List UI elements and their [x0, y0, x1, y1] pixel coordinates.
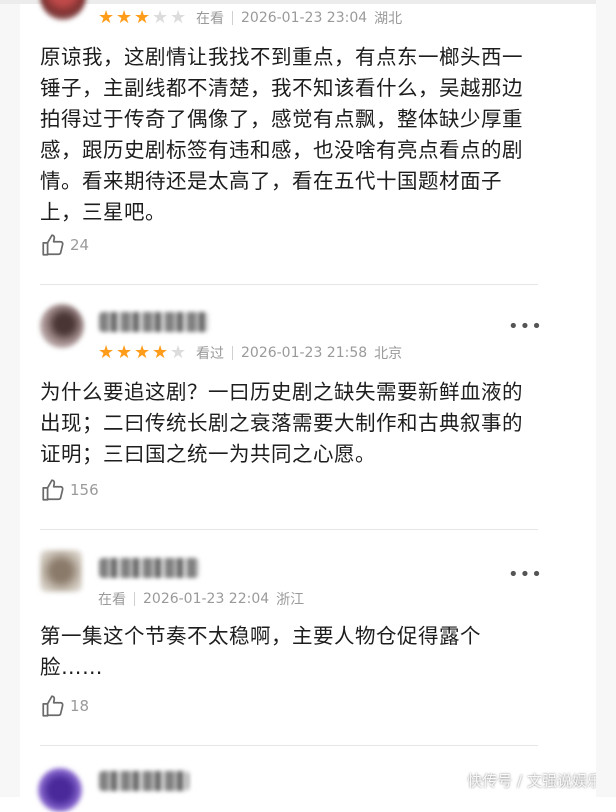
comment-text: 原谅我，这剧情让我找不到重点，有点东一榔头西一锤子，主副线都不清楚，我不知该看什…	[40, 45, 523, 224]
username-blurred	[99, 558, 199, 578]
star-icon: ★	[134, 7, 151, 28]
star-icon: ★	[98, 7, 115, 28]
comment-divider	[40, 284, 538, 285]
like-button[interactable]: 156	[40, 477, 99, 503]
comment-text: 第一集这个节奏不太稳啊，主要人物仓促得露个脸……	[40, 624, 481, 679]
like-count: 18	[70, 697, 90, 715]
more-options-button[interactable]: •••	[508, 318, 543, 336]
comment-datetime: 2026-01-23 21:58	[241, 345, 368, 361]
comment-meta: 在看 2026-01-23 22:04 浙江	[98, 589, 304, 609]
like-button[interactable]: 24	[40, 232, 89, 258]
top-divider	[0, 0, 616, 4]
comment-text: 为什么要追这剧？一曰历史剧之缺失需要新鲜血液的出现；二曰传统长剧之衰落需要大制作…	[40, 380, 523, 466]
avatar[interactable]	[40, 0, 86, 20]
thumbs-up-icon	[42, 479, 64, 501]
comment-datetime: 2026-01-23 22:04	[143, 591, 270, 607]
comment-location: 湖北	[374, 11, 403, 27]
comment-meta: ★ ★ ★ ★ ★ 在看 2026-01-23 23:04 湖北	[98, 8, 402, 28]
like-count: 156	[70, 481, 99, 499]
like-button[interactable]: 18	[40, 693, 89, 719]
watermark: 快传号 / 文强说娱乐	[467, 772, 602, 790]
avatar[interactable]	[40, 550, 82, 592]
star-icon: ★	[134, 342, 151, 363]
watch-status: 在看	[98, 592, 126, 608]
like-count: 24	[70, 236, 90, 254]
star-icon: ★	[152, 342, 169, 363]
star-icon: ★	[98, 342, 115, 363]
username-blurred	[99, 771, 189, 791]
star-icon: ★	[116, 342, 133, 363]
divider-line	[134, 592, 135, 606]
star-icon: ★	[116, 7, 133, 28]
thumbs-up-icon	[42, 234, 64, 256]
star-icon: ★	[170, 7, 187, 28]
star-icon: ★	[170, 342, 187, 363]
comment-meta: ★ ★ ★ ★ ★ 看过 2026-01-23 21:58 北京	[98, 343, 402, 363]
watch-status: 看过	[196, 346, 224, 362]
star-icon: ★	[152, 7, 169, 28]
avatar[interactable]	[38, 768, 82, 812]
watch-status: 在看	[196, 11, 224, 27]
comment-divider	[40, 529, 538, 530]
username-blurred	[99, 312, 209, 332]
comment-location: 北京	[374, 346, 403, 362]
thumbs-up-icon	[42, 695, 64, 717]
avatar[interactable]	[40, 304, 84, 348]
star-rating: ★ ★ ★ ★ ★	[98, 344, 188, 362]
comment-location: 浙江	[276, 592, 305, 608]
comment-datetime: 2026-01-23 23:04	[241, 10, 368, 26]
divider-line	[232, 11, 233, 25]
comment-feed: ★ ★ ★ ★ ★ 在看 2026-01-23 23:04 湖北 原谅我，这剧情…	[0, 0, 616, 812]
divider-line	[232, 346, 233, 360]
more-options-button[interactable]: •••	[508, 566, 543, 584]
star-rating: ★ ★ ★ ★ ★	[98, 9, 188, 27]
comment-divider	[40, 745, 538, 746]
